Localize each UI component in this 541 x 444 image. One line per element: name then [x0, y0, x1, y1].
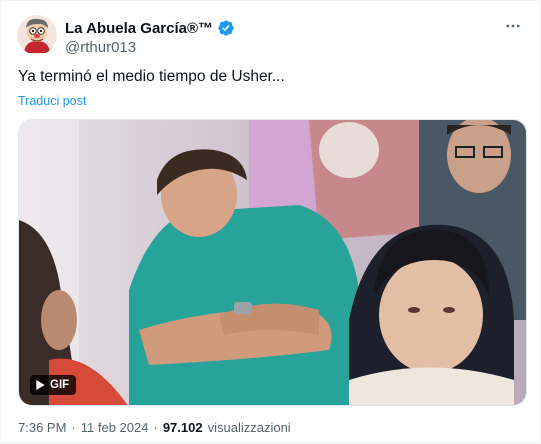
translate-post-link[interactable]: Traduci post: [18, 94, 86, 108]
gif-media[interactable]: GIF: [18, 119, 527, 406]
author-name[interactable]: La Abuela García®™: [65, 20, 213, 37]
play-icon: [36, 380, 45, 390]
more-options-button[interactable]: [502, 15, 524, 37]
cartoon-avatar-icon: [17, 15, 57, 55]
tweet-date[interactable]: 11 feb 2024: [81, 420, 149, 435]
gif-image: [19, 120, 526, 405]
gif-badge[interactable]: GIF: [30, 375, 76, 395]
separator-dot: ·: [153, 420, 158, 435]
tweet-text: Ya terminó el medio tiempo de Usher...: [18, 68, 285, 85]
gif-label: GIF: [50, 379, 70, 391]
views-count: 97.102: [162, 420, 203, 435]
verified-badge-icon[interactable]: [217, 19, 235, 37]
views-label: visualizzazioni: [207, 420, 291, 435]
tweet-time[interactable]: 7:36 PM: [18, 420, 66, 435]
separator-dot: ·: [71, 420, 76, 435]
more-horizontal-icon: [506, 24, 520, 28]
author-line: La Abuela García®™: [65, 19, 235, 37]
avatar[interactable]: [17, 15, 57, 55]
author-handle[interactable]: @rthur013: [65, 39, 136, 56]
tweet-card: La Abuela García®™ @rthur013 Ya terminó …: [0, 0, 541, 444]
tweet-metadata: 7:36 PM · 11 feb 2024 · 97.102 visualizz…: [18, 420, 291, 435]
